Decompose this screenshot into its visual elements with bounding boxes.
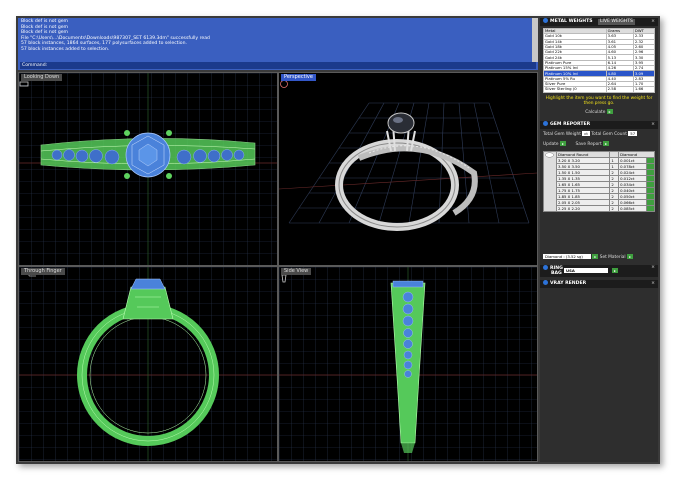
table-row[interactable]: 2.25 X 2.20 2 0.085ct [544, 204, 655, 212]
update-label: Update [543, 141, 559, 147]
command-history[interactable]: Block def is not gem Block def is not ge… [18, 18, 538, 70]
viewport-title-top[interactable]: Looking Down [21, 74, 63, 81]
update-button[interactable]: ▸ [559, 140, 566, 146]
metal-dwt: 1.66 [632, 86, 656, 93]
gem-totals-row: Total Gem Weight ct Total Gem Count 57 [540, 129, 658, 139]
close-icon[interactable]: × [651, 121, 655, 129]
set-material-button[interactable]: ▸ [627, 253, 634, 259]
gem-actions-row: Update ▸ Save Report ▸ [540, 139, 658, 149]
total-weight-label: Total Gem Weight [543, 131, 581, 137]
metal-weights-table: Metal Grams DWT Gold 10k 3.63 2.33 Gold 14… [543, 27, 656, 93]
gem-size: 2.25 X 2.20 [555, 204, 611, 212]
viewport-title-side[interactable]: Side View [281, 268, 312, 275]
select-gem-button[interactable] [646, 204, 655, 212]
save-report-label: Save Report [575, 141, 602, 147]
material-apply-button[interactable]: ▸ [592, 253, 599, 259]
ring-bag-header[interactable]: RING USA ▸ × BAG [540, 264, 658, 277]
top-view-canvas [19, 73, 277, 265]
viewport-title-perspective[interactable]: Perspective [281, 74, 316, 81]
gem-count: 2 [609, 204, 620, 212]
metal-name: Silver Sterling (0 [543, 86, 607, 93]
metal-weights-icon [543, 18, 548, 23]
vray-icon [543, 279, 548, 285]
calculate-label: Calculate [585, 109, 606, 115]
material-select[interactable]: Diamond : (3.52 sg) [543, 253, 591, 259]
viewport-top[interactable]: Looking Down [18, 72, 278, 266]
metal-weights-header[interactable]: METAL WEIGHTS LIVE WEIGHTS × [540, 18, 658, 26]
bag-title: BAG [551, 270, 562, 276]
total-weight-field[interactable]: ct [582, 130, 590, 136]
gem-reporter-title: GEM REPORTER [550, 121, 591, 127]
gem-weight: 0.085ct [618, 204, 647, 212]
viewport-perspective[interactable]: Perspective [278, 72, 538, 266]
ring-icon [543, 264, 548, 270]
gem-list-empty-space [540, 214, 658, 252]
gem-reporter-header[interactable]: GEM REPORTER × [540, 120, 658, 129]
vray-render-header[interactable]: VRAY RENDER × [540, 279, 658, 288]
calculate-button[interactable]: ▸ [606, 108, 613, 114]
close-icon[interactable]: × [651, 18, 655, 26]
side-view-canvas [279, 267, 537, 461]
vray-title: VRAY RENDER [550, 280, 587, 286]
viewport-front[interactable]: Through Finger [18, 266, 278, 462]
ring-apply-button[interactable]: ▸ [612, 267, 618, 273]
ring-size-select[interactable]: USA [564, 267, 608, 273]
cad-app-window: Block def is not gem Block def is not ge… [16, 16, 660, 464]
metal-weights-title: METAL WEIGHTS [550, 19, 593, 24]
set-material-label: Set Material [599, 254, 626, 260]
close-icon[interactable]: × [651, 265, 655, 271]
front-view-canvas [19, 267, 277, 461]
gem-thumbnail [543, 150, 557, 212]
live-weights-tab[interactable]: LIVE WEIGHTS [598, 19, 635, 25]
perspective-canvas [279, 102, 537, 231]
total-count-field[interactable]: 57 [628, 130, 638, 136]
command-input[interactable]: Command: [20, 62, 536, 69]
command-line: 57 block instances added to selection. [21, 46, 110, 52]
gem-list-table: Diamond Round Diamond 3.20 X 3.20 1 0.001c… [543, 150, 655, 212]
total-count-label: Total Gem Count [591, 131, 627, 137]
viewport-title-front[interactable]: Through Finger [21, 268, 65, 275]
material-row: Diamond : (3.52 sg) ▸ Set Material ▸ [540, 252, 658, 262]
diamond-icon [545, 152, 554, 158]
command-scrollbar[interactable] [532, 18, 538, 62]
save-report-button[interactable]: ▸ [603, 140, 610, 146]
plugin-side-panel: METAL WEIGHTS LIVE WEIGHTS × Metal Grams… [540, 18, 658, 462]
metal-hint-text: Highlight the item you want to find the … [545, 95, 653, 106]
metal-grams: 2.58 [605, 86, 634, 93]
close-icon[interactable]: × [651, 280, 655, 288]
table-row[interactable]: Silver Sterling (0 2.58 1.66 [543, 86, 656, 93]
viewport-side[interactable]: Side View [278, 266, 538, 462]
gem-reporter-icon [543, 120, 548, 126]
